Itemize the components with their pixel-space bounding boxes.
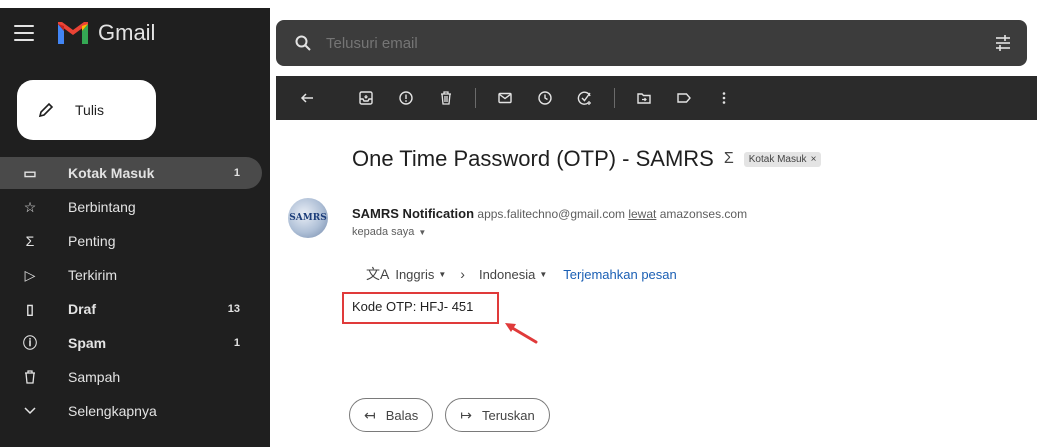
search-icon[interactable] bbox=[294, 34, 312, 52]
app-name: Gmail bbox=[98, 20, 156, 45]
important-icon: Σ bbox=[25, 233, 35, 249]
toolbar-divider bbox=[475, 88, 476, 108]
menu-icon[interactable] bbox=[14, 25, 34, 41]
sender-avatar[interactable]: SAMRS bbox=[288, 198, 328, 238]
trash-icon bbox=[22, 369, 38, 385]
unread-count: 1 bbox=[233, 167, 240, 179]
source-language-select[interactable]: Inggris ▼ bbox=[395, 267, 446, 282]
chevron-down-icon bbox=[22, 403, 38, 419]
unread-count: 1 bbox=[233, 337, 240, 349]
source-language: Inggris bbox=[395, 266, 435, 282]
label-icon bbox=[677, 93, 691, 103]
target-language-select[interactable]: Indonesia ▼ bbox=[479, 267, 547, 282]
sidebar-item-more[interactable]: Selengkapnya bbox=[0, 395, 262, 427]
search-bar bbox=[276, 20, 1027, 66]
sidebar-item-important[interactable]: Σ Penting bbox=[0, 225, 262, 257]
subject-row: One Time Password (OTP) - SAMRS Σ Kotak … bbox=[352, 146, 822, 172]
sidebar-item-label: Berbintang bbox=[68, 199, 136, 215]
translate-bar: 文A Inggris ▼ › Indonesia ▼ Terjemahkan p… bbox=[366, 264, 677, 284]
top-strip bbox=[0, 0, 1037, 8]
caret-down-icon: ▼ bbox=[438, 269, 447, 279]
archive-icon bbox=[359, 91, 373, 105]
sidebar-item-starred[interactable]: ☆ Berbintang bbox=[0, 191, 262, 223]
sidebar-item-label: Sampah bbox=[68, 369, 121, 385]
delete-button[interactable] bbox=[435, 87, 457, 109]
reply-label: Balas bbox=[385, 407, 419, 423]
important-icon[interactable]: Σ bbox=[724, 150, 734, 168]
sidebar-item-label: Penting bbox=[68, 233, 116, 249]
spam-icon bbox=[399, 91, 413, 105]
reply-icon: ↤ bbox=[364, 406, 376, 423]
avatar-logo-text: SAMRS bbox=[289, 213, 327, 223]
back-button[interactable] bbox=[296, 87, 318, 109]
reply-actions: ↤ Balas ↦ Teruskan bbox=[349, 398, 562, 432]
sidebar-item-sent[interactable]: ▷ Terkirim bbox=[0, 259, 262, 291]
recipient-text: kepada saya bbox=[352, 226, 415, 238]
chevron-right-icon: › bbox=[460, 266, 465, 282]
recipient-toggle[interactable]: kepada saya ▼ bbox=[352, 226, 426, 238]
forward-icon: ↦ bbox=[460, 406, 472, 423]
mail-icon bbox=[498, 92, 512, 104]
sidebar-item-label: Terkirim bbox=[68, 267, 117, 283]
move-to-button[interactable] bbox=[633, 87, 655, 109]
close-icon[interactable]: × bbox=[811, 154, 817, 165]
sender-email: apps.falitechno@gmail.com bbox=[477, 207, 625, 221]
star-icon: ☆ bbox=[23, 198, 37, 215]
label-chip-text: Kotak Masuk bbox=[748, 153, 807, 165]
folder-move-icon bbox=[637, 93, 651, 104]
trash-icon bbox=[441, 91, 451, 105]
snooze-button[interactable] bbox=[534, 87, 556, 109]
email-toolbar bbox=[276, 76, 1037, 120]
label-chip-inbox: Kotak Masuk × bbox=[743, 151, 822, 167]
forward-label: Teruskan bbox=[482, 407, 535, 423]
via-domain: amazonses.com bbox=[659, 207, 748, 221]
target-language: Indonesia bbox=[478, 266, 536, 282]
search-input[interactable] bbox=[326, 34, 993, 52]
reply-button[interactable]: ↤ Balas bbox=[349, 398, 434, 432]
via-link[interactable]: lewat bbox=[628, 207, 656, 221]
more-vert-icon bbox=[722, 92, 726, 104]
sent-icon: ▷ bbox=[24, 266, 36, 283]
sidebar-item-drafts[interactable]: ▯ Draf 13 bbox=[0, 293, 262, 325]
add-task-icon bbox=[577, 91, 591, 105]
forward-button[interactable]: ↦ Teruskan bbox=[445, 398, 550, 432]
inbox-icon: ▭ bbox=[23, 164, 37, 181]
more-options-button[interactable] bbox=[713, 87, 735, 109]
compose-label: Tulis bbox=[75, 102, 105, 118]
email-subject: One Time Password (OTP) - SAMRS bbox=[352, 146, 714, 171]
caret-down-icon: ▼ bbox=[418, 227, 427, 237]
translate-message-link[interactable]: Terjemahkan pesan bbox=[563, 267, 676, 282]
translate-icon: 文A bbox=[366, 266, 390, 282]
sidebar-item-inbox[interactable]: ▭ Kotak Masuk 1 bbox=[0, 157, 262, 189]
spam-icon: ⓘ bbox=[23, 335, 37, 351]
sender-name[interactable]: SAMRS Notification bbox=[352, 206, 474, 221]
sidebar-item-label: Draf bbox=[68, 301, 97, 317]
arrow-left-icon bbox=[300, 93, 313, 103]
sidebar-item-label: Kotak Masuk bbox=[68, 165, 155, 181]
mark-unread-button[interactable] bbox=[494, 87, 516, 109]
sidebar-item-trash[interactable]: Sampah bbox=[0, 361, 262, 393]
compose-button[interactable]: Tulis bbox=[17, 80, 156, 140]
sidebar-item-label: Spam bbox=[68, 335, 107, 351]
gmail-logo-icon bbox=[58, 22, 88, 44]
email-body-otp: Kode OTP: HFJ- 451 bbox=[352, 299, 474, 314]
annotation-arrow-icon bbox=[505, 323, 538, 344]
clock-icon bbox=[538, 91, 552, 105]
pencil-icon bbox=[38, 102, 54, 118]
sidebar-item-label: Selengkapnya bbox=[68, 403, 157, 419]
toolbar-divider bbox=[614, 88, 615, 108]
draft-icon: ▯ bbox=[26, 300, 34, 317]
sender-line: SAMRS Notification apps.falitechno@gmail… bbox=[352, 206, 747, 221]
report-spam-button[interactable] bbox=[395, 87, 417, 109]
add-task-button[interactable] bbox=[574, 87, 596, 109]
caret-down-icon: ▼ bbox=[539, 269, 548, 279]
sidebar-nav: ▭ Kotak Masuk 1 ☆ Berbintang Σ Penting ▷… bbox=[0, 157, 262, 429]
brand: Gmail bbox=[14, 20, 155, 46]
sidebar-item-spam[interactable]: ⓘ Spam 1 bbox=[0, 327, 262, 359]
archive-button[interactable] bbox=[355, 87, 377, 109]
unread-count: 13 bbox=[227, 303, 240, 315]
label-button[interactable] bbox=[673, 87, 695, 109]
search-options-icon[interactable] bbox=[993, 33, 1013, 53]
